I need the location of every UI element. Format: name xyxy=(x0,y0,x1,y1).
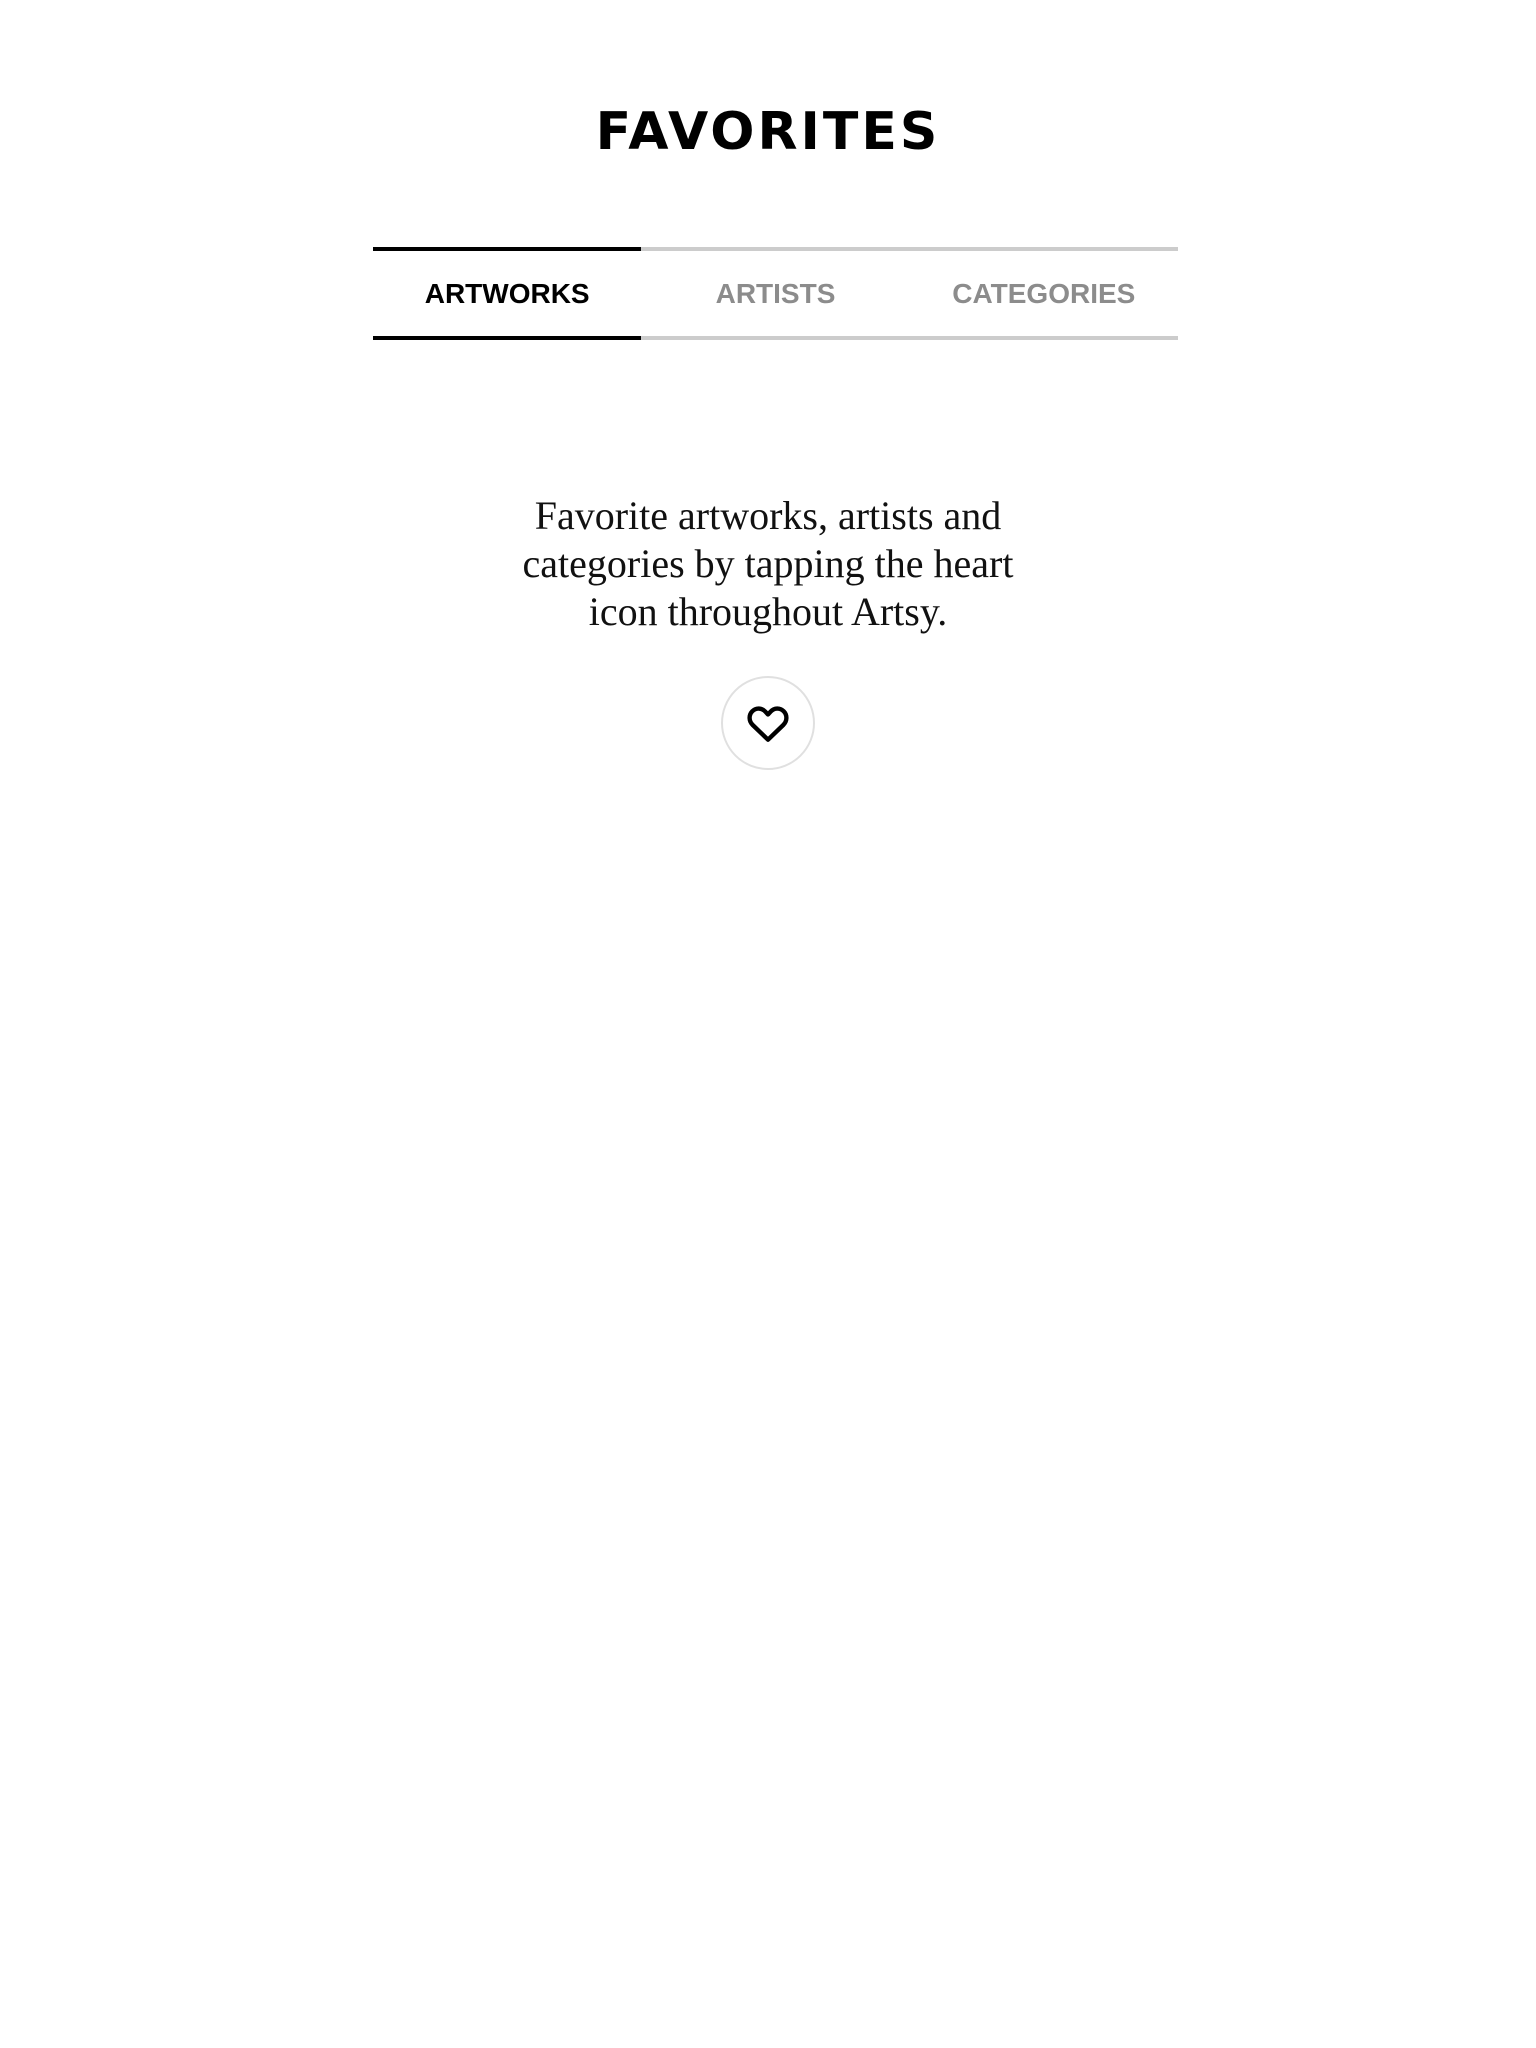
tab-categories[interactable]: CATEGORIES xyxy=(909,247,1178,340)
tab-bar: ARTWORKS ARTISTS CATEGORIES xyxy=(373,247,1178,340)
empty-state: Favorite artworks, artists and categorie… xyxy=(0,492,1536,770)
tab-artists[interactable]: ARTISTS xyxy=(641,247,910,340)
page-title: FAVORITES xyxy=(595,102,941,162)
tab-artworks[interactable]: ARTWORKS xyxy=(373,247,642,340)
heart-icon xyxy=(746,703,790,743)
empty-state-message: Favorite artworks, artists and categorie… xyxy=(522,493,1014,634)
favorite-heart-button[interactable] xyxy=(721,676,815,770)
